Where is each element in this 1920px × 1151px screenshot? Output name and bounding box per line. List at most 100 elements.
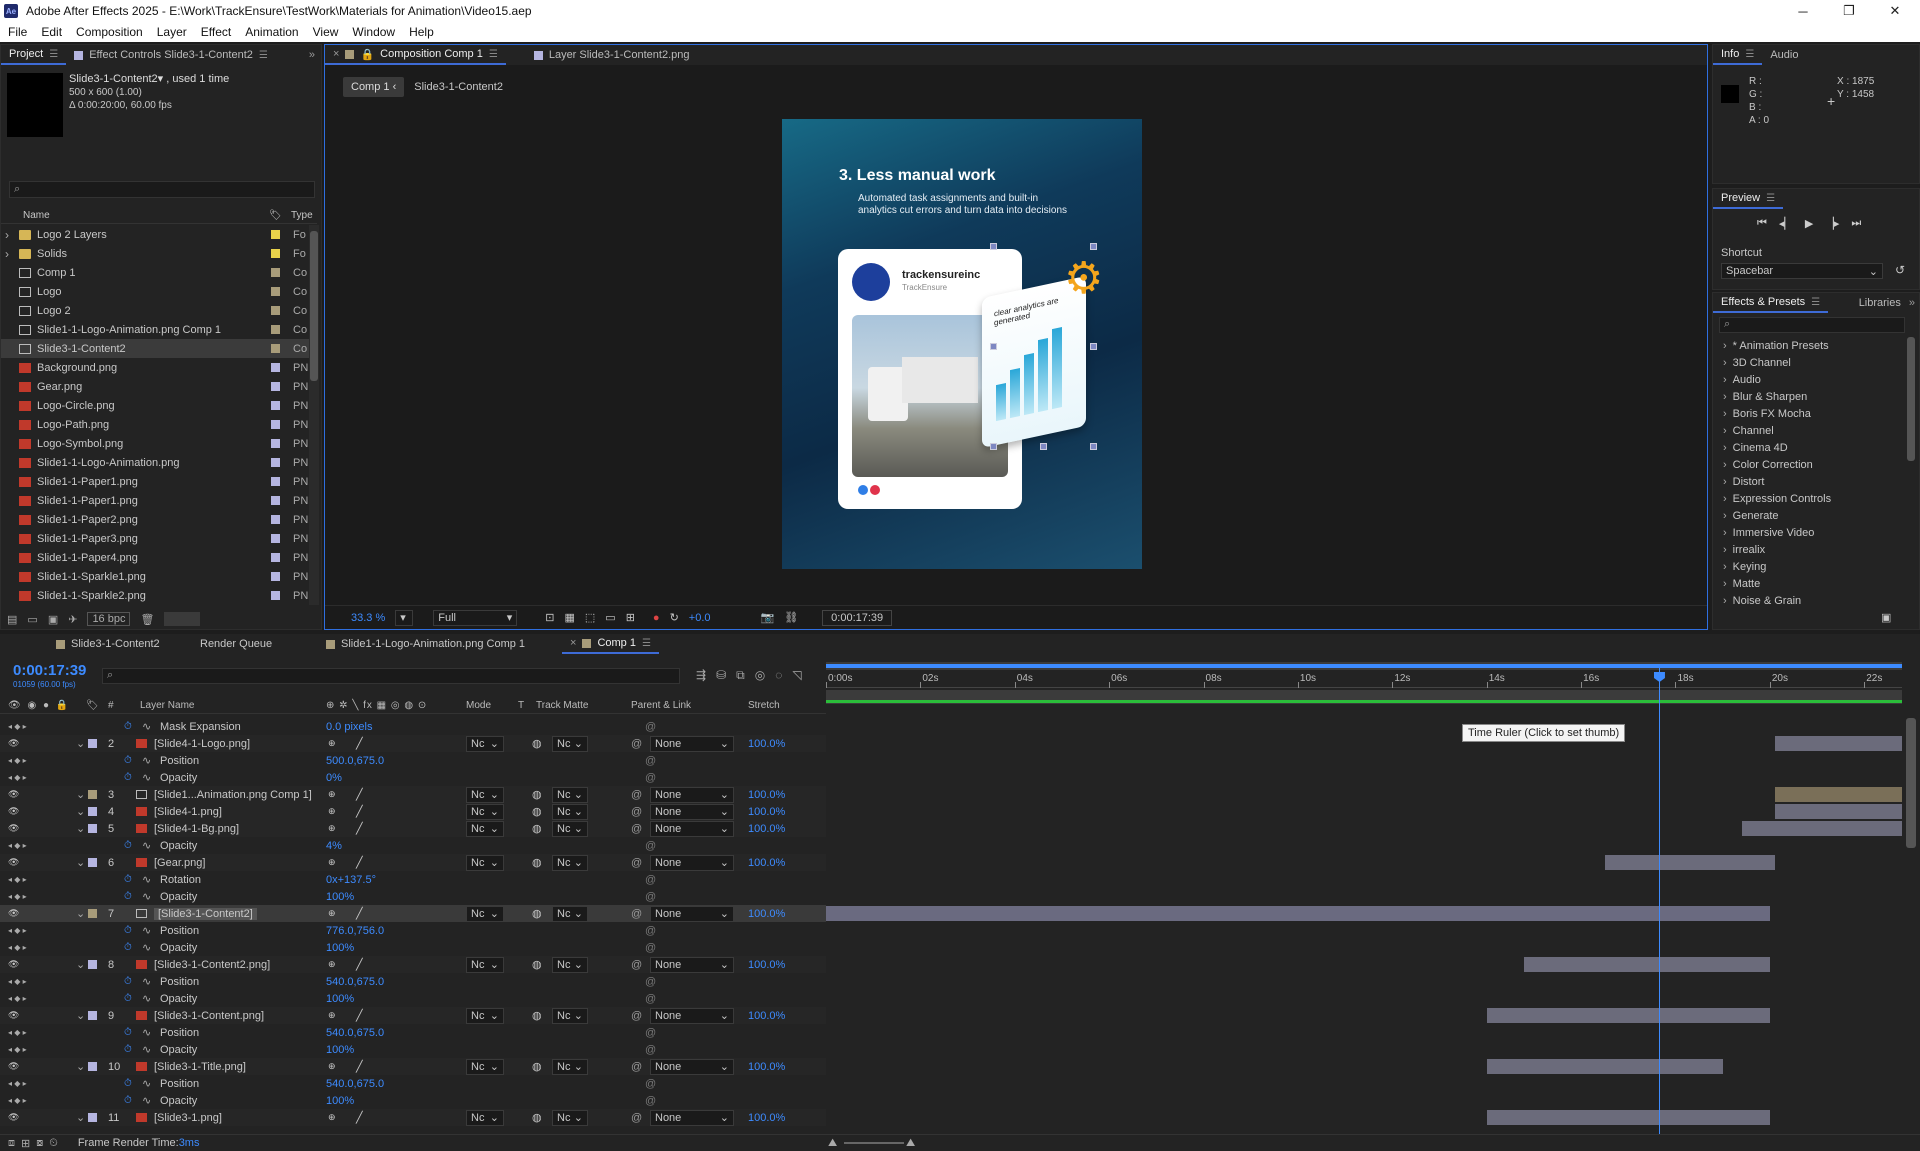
track-matte-dropdown[interactable]: Nc ⌄: [552, 1058, 588, 1075]
quality-switch-icon[interactable]: ╱: [356, 856, 363, 869]
quality-switch-icon[interactable]: ╱: [356, 805, 363, 818]
label-swatch[interactable]: [271, 439, 280, 448]
property-value[interactable]: 540.0,675.0: [326, 976, 384, 988]
effect-category[interactable]: › Channel: [1713, 422, 1903, 439]
effect-category[interactable]: › Generate: [1713, 507, 1903, 524]
matte-icon[interactable]: ◍: [532, 1060, 542, 1073]
parent-dropdown[interactable]: None ⌄: [650, 956, 734, 973]
selection-handle[interactable]: [990, 443, 997, 450]
graph-icon[interactable]: ∿: [142, 873, 151, 886]
label-swatch[interactable]: [88, 739, 97, 748]
zoom-dropdown[interactable]: ▾: [395, 609, 414, 626]
zoom-level[interactable]: 33.3 %: [351, 612, 385, 624]
label-swatch[interactable]: [271, 477, 280, 486]
label-swatch[interactable]: [88, 858, 97, 867]
project-item[interactable]: Slide1-1-Paper4.png PN: [1, 548, 317, 567]
mode-dropdown[interactable]: Nc ⌄: [466, 1058, 504, 1075]
project-item[interactable]: Gear.png PN: [1, 377, 317, 396]
stretch-value[interactable]: 100.0%: [748, 1112, 785, 1124]
label-swatch[interactable]: [271, 572, 280, 581]
draft-3d-icon[interactable]: ⛁: [716, 668, 726, 683]
transparency-grid-icon[interactable]: ▦: [564, 611, 574, 624]
interpret-footage-icon[interactable]: ▤: [7, 613, 17, 626]
tab-project[interactable]: Project ☰: [1, 45, 67, 65]
property-row[interactable]: ◂ ◆ ▸ ⏱ ∿ Opacity 100% @: [0, 990, 826, 1007]
label-swatch[interactable]: [271, 306, 280, 315]
label-swatch[interactable]: [271, 230, 280, 239]
maximize-button[interactable]: ❐: [1826, 0, 1872, 22]
comp-flowchart-icon[interactable]: ⇶: [696, 668, 706, 683]
stretch-value[interactable]: 100.0%: [748, 823, 785, 835]
project-item[interactable]: Comp 1 Co: [1, 263, 317, 282]
project-item[interactable]: › Solids Fo: [1, 244, 317, 263]
effect-category[interactable]: › * Animation Presets: [1713, 337, 1903, 354]
layer-name[interactable]: [Slide3-1.png]: [154, 1112, 222, 1124]
stretch-value[interactable]: 100.0%: [748, 959, 785, 971]
property-value[interactable]: 100%: [326, 993, 354, 1005]
effect-category[interactable]: › Cinema 4D: [1713, 439, 1903, 456]
project-item[interactable]: Logo Co: [1, 282, 317, 301]
shy-switch-icon[interactable]: ⊕: [328, 823, 336, 834]
quality-switch-icon[interactable]: ╱: [356, 737, 363, 750]
in-out-toggle-icon[interactable]: ⧇: [36, 1137, 43, 1150]
layer-row[interactable]: 👁 ⌄ 11 [Slide3-1.png] ⊕ ╱ Nc ⌄ ◍ Nc ⌄ @ None ⌄ 100.0%: [0, 1109, 826, 1126]
label-swatch[interactable]: [271, 458, 280, 467]
layer-row[interactable]: 👁 ⌄ 2 [Slide4-1-Logo.png] ⊕ ╱ Nc ⌄ ◍ Nc ⌄ @ None ⌄ 100…: [0, 735, 826, 752]
expression-pick-whip-icon[interactable]: @: [645, 1078, 656, 1090]
quality-switch-icon[interactable]: ╱: [356, 1060, 363, 1073]
visibility-eye-icon[interactable]: 👁: [8, 857, 19, 868]
expand-arrow-icon[interactable]: ⌄: [76, 1009, 85, 1022]
render-time-toggle-icon[interactable]: ⏲: [49, 1137, 58, 1150]
quality-switch-icon[interactable]: ╱: [356, 907, 363, 920]
label-swatch[interactable]: [271, 268, 280, 277]
tab-composition[interactable]: × 🔒 Composition Comp 1 ☰: [325, 45, 506, 65]
expression-pick-whip-icon[interactable]: @: [645, 755, 656, 767]
snapshot-icon[interactable]: 📷: [761, 611, 775, 624]
property-value[interactable]: 540.0,675.0: [326, 1027, 384, 1039]
menu-edit[interactable]: Edit: [41, 25, 62, 39]
effect-category[interactable]: › Blur & Sharpen: [1713, 388, 1903, 405]
expression-pick-whip-icon[interactable]: @: [645, 1027, 656, 1039]
tab-info[interactable]: Info ☰: [1713, 45, 1763, 65]
layer-switches-toggle-icon[interactable]: ⧈: [8, 1137, 15, 1150]
shy-switch-icon[interactable]: ⊕: [328, 857, 336, 868]
project-item[interactable]: Logo-Symbol.png PN: [1, 434, 317, 453]
selection-handle[interactable]: [990, 243, 997, 250]
graph-icon[interactable]: ∿: [142, 771, 151, 784]
quality-switch-icon[interactable]: ╱: [356, 822, 363, 835]
layer-duration-bar[interactable]: [1486, 1059, 1723, 1074]
expand-panels-icon[interactable]: »: [309, 49, 321, 61]
track-matte-dropdown[interactable]: Nc ⌄: [552, 820, 588, 837]
selection-handle[interactable]: [1090, 443, 1097, 450]
track-matte-dropdown[interactable]: Nc ⌄: [552, 854, 588, 871]
label-swatch[interactable]: [271, 382, 280, 391]
label-swatch[interactable]: [271, 344, 280, 353]
matte-icon[interactable]: ◍: [532, 1111, 542, 1124]
parent-dropdown[interactable]: None ⌄: [650, 786, 734, 803]
graph-icon[interactable]: ∿: [142, 924, 151, 937]
stretch-value[interactable]: 100.0%: [748, 789, 785, 801]
shy-switch-icon[interactable]: ⊕: [328, 806, 336, 817]
layer-row[interactable]: 👁 ⌄ 3 [Slide1...Animation.png Comp 1] ⊕ ╱ Nc ⌄ ◍…: [0, 786, 826, 803]
keyframe-navigator-icon[interactable]: ◂ ◆ ▸: [8, 841, 27, 850]
col-name[interactable]: Name: [23, 210, 50, 221]
timeline-tab-3[interactable]: × Comp 1 ☰: [562, 634, 659, 654]
stopwatch-icon[interactable]: ⏱: [124, 1078, 132, 1089]
matte-icon[interactable]: ◍: [532, 958, 542, 971]
project-scrollbar[interactable]: [309, 225, 319, 605]
track-matte-dropdown[interactable]: Nc ⌄: [552, 1109, 588, 1126]
project-item[interactable]: Slide3-1-Content2 Co: [1, 339, 317, 358]
tab-preview[interactable]: Preview ☰: [1713, 189, 1784, 209]
fast-previews-icon[interactable]: ⊡: [545, 611, 554, 624]
keyframe-navigator-icon[interactable]: ◂ ◆ ▸: [8, 722, 27, 731]
mode-dropdown[interactable]: Nc ⌄: [466, 854, 504, 871]
quality-switch-icon[interactable]: ╱: [356, 788, 363, 801]
col-parent[interactable]: Parent & Link: [631, 700, 691, 711]
timeline-timecode[interactable]: 0:00:17:39: [13, 662, 86, 679]
project-item[interactable]: Slide1-1-Paper1.png PN: [1, 491, 317, 510]
layer-name[interactable]: [Slide3-1-Content2.png]: [154, 959, 270, 971]
tab-layer[interactable]: Layer Slide3-1-Content2.png: [526, 45, 698, 65]
layer-duration-bar[interactable]: [1604, 855, 1775, 870]
time-navigator[interactable]: [826, 662, 1902, 670]
selection-handle[interactable]: [1040, 443, 1047, 450]
